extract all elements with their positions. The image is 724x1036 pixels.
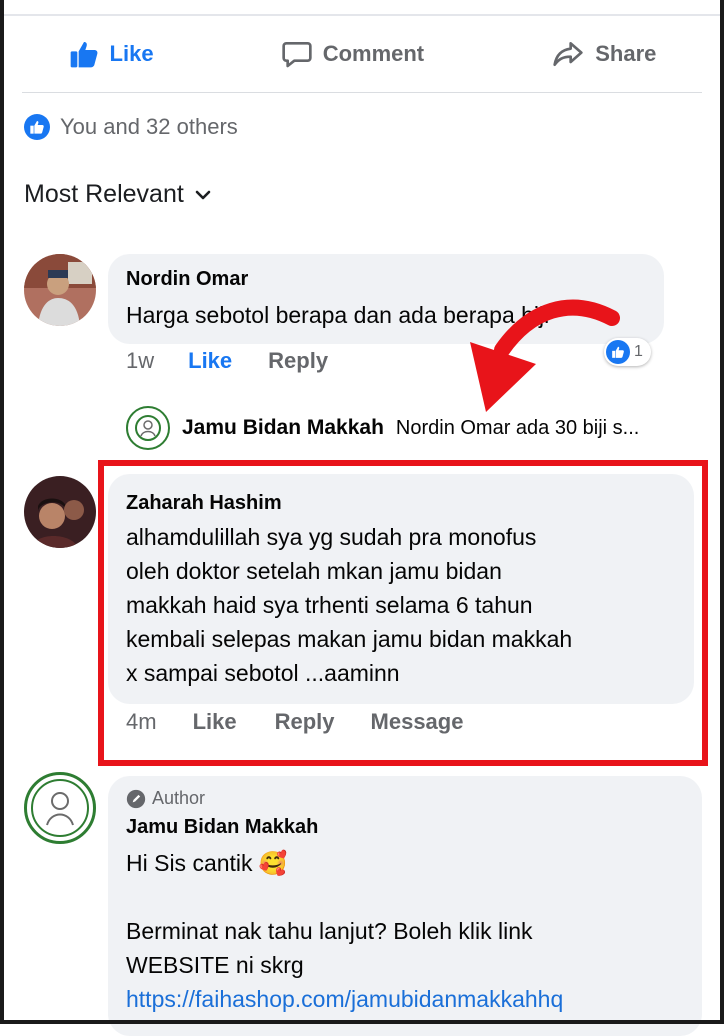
top-edge <box>0 0 724 16</box>
website-link[interactable]: https://faihashop.com/jamubidanmakkahhq <box>126 986 563 1013</box>
like-reaction-icon <box>24 114 50 140</box>
comment-author[interactable]: Jamu Bidan Makkah <box>126 816 318 839</box>
like-label: Like <box>109 41 154 66</box>
share-button[interactable]: Share <box>551 38 656 70</box>
like-comment-button[interactable]: Like <box>188 348 232 374</box>
reply-snippet: Nordin Omar ada 30 biji s... <box>395 416 640 439</box>
avatar[interactable] <box>24 476 96 548</box>
comment-icon <box>282 42 312 68</box>
comment-time[interactable]: 1w <box>126 348 154 374</box>
sort-label: Most Relevant <box>24 180 184 208</box>
bottom-edge <box>0 1020 724 1024</box>
reaction-count: 1 <box>634 343 643 360</box>
comment-author[interactable]: Nordin Omar <box>126 268 248 291</box>
page-avatar[interactable] <box>24 772 96 844</box>
comment-label: Comment <box>322 41 425 66</box>
pencil-icon <box>126 789 146 808</box>
post-action-bar: Like Comment Share <box>4 22 720 86</box>
page-avatar <box>126 406 170 450</box>
comment-bubble: Author Jamu Bidan Makkah Hi Sis cantik 🥰… <box>108 776 702 1036</box>
reply-button[interactable]: Reply <box>268 348 328 374</box>
red-highlight-box <box>98 460 708 766</box>
thumbs-up-icon <box>70 42 98 68</box>
comment-button[interactable]: Comment <box>281 38 424 70</box>
reaction-summary-text: You and 32 others <box>60 114 238 139</box>
left-edge <box>0 0 4 1024</box>
avatar[interactable] <box>24 254 96 326</box>
comment-bubble: Nordin Omar Harga sebotol berapa dan ada… <box>108 254 664 344</box>
reply-author: Jamu Bidan Makkah <box>182 416 384 439</box>
comment-sort-dropdown[interactable]: Most Relevant <box>24 180 212 209</box>
comment-meta: 1w Like Reply <box>126 348 328 374</box>
like-reaction-icon <box>606 340 630 364</box>
divider <box>22 92 702 93</box>
author-tag-label: Author <box>152 788 206 808</box>
comment-greeting: Hi Sis cantik 🥰 <box>126 850 288 876</box>
share-label: Share <box>595 41 657 66</box>
comment-text-line: Berminat nak tahu lanjut? Boleh klik lin… <box>126 918 533 944</box>
share-icon <box>553 42 583 66</box>
like-button[interactable]: Like <box>68 38 154 70</box>
reply-preview[interactable]: Jamu Bidan Makkah Nordin Omar ada 30 bij… <box>126 406 639 450</box>
author-badge: Author <box>126 788 205 809</box>
comment-reaction-count[interactable]: 1 <box>604 338 651 366</box>
right-edge <box>720 0 724 1024</box>
comment-text-line: WEBSITE ni skrg <box>126 952 304 978</box>
chevron-down-icon <box>195 190 211 199</box>
reaction-summary[interactable]: You and 32 others <box>24 114 238 140</box>
comment-text: Harga sebotol berapa dan ada berapa biji <box>126 302 550 328</box>
